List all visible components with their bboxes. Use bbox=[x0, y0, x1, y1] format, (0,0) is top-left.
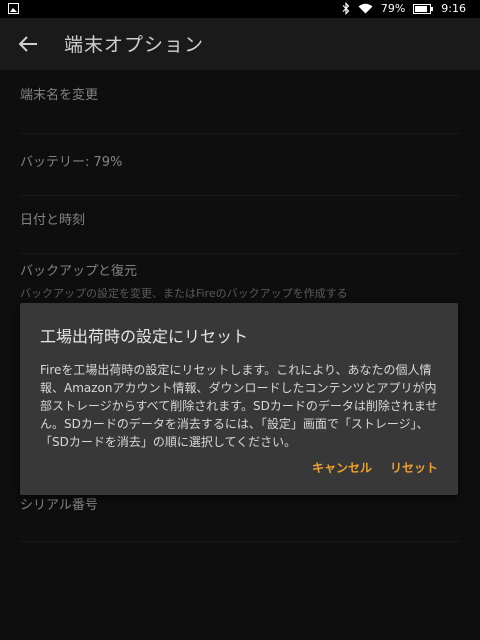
reset-button[interactable]: リセット bbox=[390, 459, 438, 476]
dialog-title: 工場出荷時の設定にリセット bbox=[40, 327, 249, 346]
dialog-body: Fireを工場出荷時の設定にリセットします。これにより、あなたの個人情報、Ama… bbox=[40, 363, 438, 449]
battery-percent: 79% bbox=[380, 2, 406, 15]
cancel-button[interactable]: キャンセル bbox=[312, 459, 372, 476]
back-arrow-icon[interactable] bbox=[14, 30, 42, 58]
wifi-icon bbox=[358, 3, 373, 14]
photo-icon bbox=[8, 3, 19, 14]
battery-icon bbox=[413, 3, 434, 14]
app-bar: 端末オプション bbox=[0, 18, 480, 70]
page-title: 端末オプション bbox=[64, 34, 205, 56]
bluetooth-icon bbox=[342, 2, 350, 15]
status-bar: 79% 9:16 bbox=[0, 0, 480, 18]
clock: 9:16 bbox=[441, 2, 466, 15]
reset-dialog: 工場出荷時の設定にリセット Fireを工場出荷時の設定にリセットします。これによ… bbox=[20, 303, 458, 495]
